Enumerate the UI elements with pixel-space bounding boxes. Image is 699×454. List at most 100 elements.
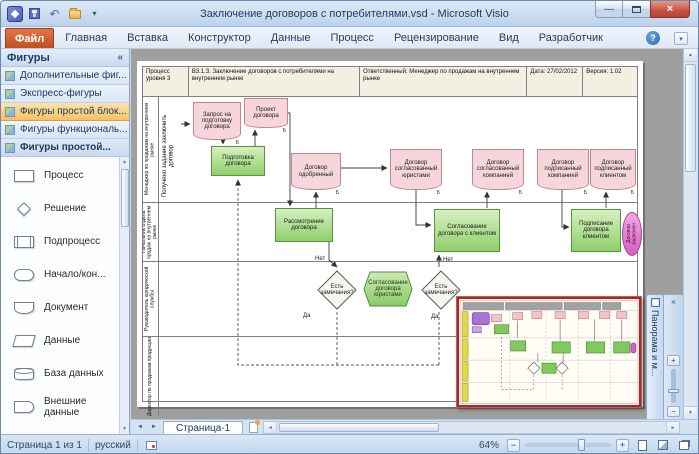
scroll-down-button[interactable]: ▼ (122, 424, 127, 434)
visio-app-icon[interactable] (7, 5, 23, 22)
zoom-out-button[interactable]: − (507, 438, 520, 452)
horizontal-scrollbar-thumb[interactable] (279, 423, 440, 432)
fit-page-button[interactable] (634, 438, 650, 453)
connector-label-yes: Да (431, 314, 439, 320)
pan-zoom-view-rectangle[interactable] (457, 297, 641, 407)
tab-view[interactable]: Вид (490, 27, 528, 48)
active-stencil-title[interactable]: Фигуры простой... (1, 139, 129, 157)
page-prev-button[interactable]: ◄ (133, 421, 147, 434)
shape-item-data[interactable]: Данные (1, 324, 129, 357)
data-shape-icon (11, 333, 37, 349)
pan-zoom-close-button[interactable]: × (671, 297, 676, 307)
shape-review-process[interactable]: Рассмотрение договора (275, 208, 333, 242)
tab-file[interactable]: Файл (5, 28, 55, 48)
tab-home[interactable]: Главная (56, 27, 116, 48)
shapes-panel-header: Фигуры « (1, 49, 129, 67)
stencil-item-functional[interactable]: Фигуры функциональ... (1, 121, 129, 139)
language-status[interactable]: русский (95, 440, 131, 451)
trigger-text[interactable]: Получено задание заключить договор (161, 113, 177, 199)
shapes-scrollbar-thumb[interactable] (120, 169, 129, 227)
shape-item-partial[interactable] (1, 423, 129, 434)
shape-item-document[interactable]: Документ (1, 291, 129, 324)
tab-review[interactable]: Рецензирование (385, 27, 488, 48)
separator (87, 438, 89, 452)
zoom-slider[interactable] (525, 439, 611, 451)
pan-zoom-tab[interactable]: Панорама и м... (646, 294, 664, 419)
shape-item-database[interactable]: База данных (1, 357, 129, 390)
shape-concluded-end[interactable]: Договор заключен (622, 212, 642, 256)
vertical-scrollbar[interactable]: ▲ ▼ (683, 49, 697, 419)
fit-page-icon (637, 439, 647, 451)
pan-zoom-slider-thumb[interactable] (668, 388, 679, 393)
scroll-left-button[interactable]: ◄ (264, 422, 278, 433)
stencil-icon (5, 142, 15, 153)
decision-shape-icon (11, 201, 37, 217)
pan-zoom-slider[interactable] (668, 369, 679, 403)
tab-developer[interactable]: Разработчик (530, 27, 612, 48)
stencil-item-express[interactable]: Экспресс-фигуры (1, 85, 129, 103)
drawing-canvas[interactable]: Процесс уровня 3 В3.1.3. Заключение дого… (131, 49, 697, 419)
scroll-right-button[interactable]: ► (666, 422, 679, 433)
close-button[interactable]: × (650, 1, 690, 18)
pan-zoom-window-button[interactable] (655, 438, 671, 453)
shape-agreed-company-document[interactable]: Договор согласованный компанией Б (472, 149, 524, 196)
shape-signed-company-document[interactable]: Договор подписанный компанией Б (537, 149, 589, 196)
stencil-item-additional[interactable]: Дополнительные фиг... (1, 67, 129, 85)
shape-prepare-process[interactable]: Подготовка договора (211, 146, 265, 176)
zoom-slider-thumb[interactable] (578, 439, 586, 451)
scroll-up-button[interactable]: ▲ (122, 157, 127, 167)
macro-record-button[interactable] (144, 438, 160, 453)
pan-zoom-plus-button[interactable]: + (667, 355, 680, 366)
stencil-item-simple-flowchart[interactable]: Фигуры простой блок... (1, 103, 129, 121)
shape-item-external-data[interactable]: Внешние данные (1, 390, 129, 423)
shapes-scrollbar[interactable]: ▲ ▼ (119, 157, 129, 434)
scroll-up-button[interactable]: ▲ (684, 49, 697, 62)
vertical-scrollbar-thumb[interactable] (685, 64, 696, 172)
pan-zoom-minus-button[interactable]: − (667, 406, 680, 417)
shape-draft-document[interactable]: Проект договора Б (244, 98, 288, 134)
zoom-in-button[interactable]: + (616, 438, 629, 452)
pan-zoom-window[interactable] (456, 296, 642, 408)
separator (136, 438, 138, 452)
scrollbar-corner (682, 419, 697, 434)
open-button[interactable] (66, 5, 83, 22)
help-button[interactable]: ? (646, 31, 660, 45)
maximize-button[interactable] (623, 1, 650, 18)
shape-tag: Б (518, 189, 522, 196)
tab-process[interactable]: Процесс (322, 27, 383, 48)
shape-signing-process[interactable]: Подписание договора клиентом (571, 209, 621, 252)
shape-request-document[interactable]: Запрос на подготовку договора Б (193, 102, 241, 146)
switch-windows-button[interactable] (676, 438, 692, 453)
insert-page-icon (248, 419, 260, 433)
shape-item-start-end[interactable]: Начало/кон... (1, 258, 129, 291)
page-tab[interactable]: Страница-1 (163, 420, 244, 435)
window-controls: — × (595, 1, 690, 18)
qat-dropdown-button[interactable]: ▾ (86, 5, 103, 22)
save-button[interactable] (26, 5, 43, 22)
shape-lawyers-agreement-process[interactable]: Согласование договора юристами (361, 269, 415, 309)
shape-item-decision[interactable]: Решение (1, 192, 129, 225)
shape-remarks1-decision[interactable]: Есть замечания? (315, 268, 359, 312)
shape-item-subprocess[interactable]: Подпроцесс (1, 225, 129, 258)
shape-approved-document[interactable]: Договор одобренный Б (291, 153, 341, 196)
zoom-level-button[interactable]: 64% (476, 440, 502, 451)
expand-ribbon-button[interactable]: ▾ (674, 32, 688, 45)
collapse-panel-button[interactable]: « (117, 52, 123, 63)
shape-signed-client-document[interactable]: Договор подписанный клиентом Б (590, 149, 636, 196)
tab-design[interactable]: Конструктор (179, 27, 260, 48)
shape-agreed-lawyers-document[interactable]: Договор согласованный юристами Б (390, 149, 442, 196)
horizontal-scrollbar[interactable]: ◄ ► (263, 421, 680, 434)
shape-item-process[interactable]: Процесс (1, 159, 129, 192)
minimize-button[interactable]: — (595, 1, 623, 18)
scroll-down-button[interactable]: ▼ (684, 406, 697, 419)
undo-button[interactable]: ↶ (46, 5, 63, 22)
tab-data[interactable]: Данные (262, 27, 320, 48)
status-bar: Страница 1 из 1 русский 64% − + (1, 434, 698, 453)
shapes-panel-title: Фигуры (7, 51, 50, 64)
page-next-button[interactable]: ► (147, 421, 161, 434)
shape-client-agreement-process[interactable]: Согласование договора с клиентом (434, 209, 500, 252)
page-count-status[interactable]: Страница 1 из 1 (7, 440, 82, 451)
visio-window: ↶ ▾ Заключение договоров с потребителями… (0, 0, 699, 454)
insert-page-button[interactable] (245, 419, 261, 434)
tab-insert[interactable]: Вставка (118, 27, 177, 48)
